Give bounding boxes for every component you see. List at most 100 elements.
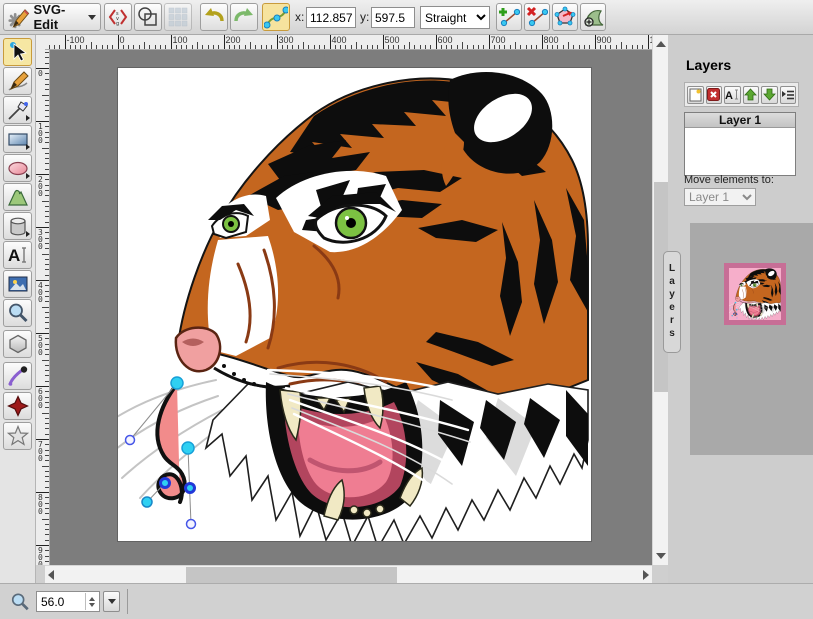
- svg-text:A: A: [8, 246, 20, 265]
- bottom-toolbar: [0, 583, 813, 619]
- add-node-icon: [498, 6, 520, 28]
- text-icon: A: [7, 244, 29, 266]
- undo-button[interactable]: [200, 3, 228, 31]
- edit-source-button[interactable]: s v g: [104, 3, 132, 31]
- hexagon-icon: [7, 333, 29, 355]
- path-nodes-icon: [264, 5, 288, 29]
- pencil-tool-button[interactable]: [3, 67, 32, 95]
- grid-icon: [168, 7, 188, 27]
- star-icon: [7, 425, 29, 447]
- delete-layer-button[interactable]: [706, 86, 723, 104]
- svg-text:g: g: [116, 21, 119, 27]
- layer-up-icon: [744, 88, 757, 101]
- layer-thumbnail-image: [729, 268, 781, 320]
- horizontal-scrollbar[interactable]: [45, 565, 652, 583]
- node-y-input[interactable]: [371, 7, 415, 28]
- image-tool-button[interactable]: [3, 270, 32, 298]
- scroll-right-arrow-icon[interactable]: [643, 570, 649, 580]
- add-subpath-button[interactable]: [580, 3, 606, 31]
- select-cursor-icon: [7, 41, 29, 63]
- image-icon: [7, 273, 29, 295]
- new-layer-icon: [689, 88, 702, 102]
- layer-preview-area: [690, 223, 813, 455]
- ellipse-icon: [7, 157, 29, 179]
- rename-layer-button[interactable]: A: [724, 86, 741, 104]
- move-elements-label: Move elements to:: [684, 174, 774, 186]
- layers-panel-toggle-tab[interactable]: Layers: [663, 251, 681, 353]
- redo-icon: [233, 6, 255, 28]
- star-tool-button[interactable]: [3, 422, 32, 450]
- vertical-ruler: 01 0 02 0 03 0 04 0 05 0 06 0 07 0 08 0 …: [36, 50, 50, 565]
- zoom-preset-dropdown-button[interactable]: [103, 591, 120, 612]
- source-code-icon: s v g: [107, 6, 129, 28]
- line-tool-button[interactable]: [3, 96, 32, 124]
- ruler-corner: [36, 35, 45, 50]
- layer-menu-icon: [781, 89, 795, 101]
- rectangle-icon: [7, 128, 29, 150]
- main-menu-button[interactable]: SVG-Edit: [3, 3, 101, 31]
- link-control-points-toggle[interactable]: [262, 3, 290, 31]
- polygon-tool-button[interactable]: [3, 330, 32, 358]
- eyedropper-icon: [7, 365, 29, 387]
- move-layer-down-button[interactable]: [761, 86, 778, 104]
- zoom-icon: [10, 592, 30, 612]
- scroll-down-arrow-icon[interactable]: [656, 553, 666, 559]
- chevron-down-icon: [88, 15, 96, 20]
- svg-edit-window: SVG-Edit s v g: [0, 0, 813, 619]
- main-menu-label: SVG-Edit: [34, 2, 85, 32]
- horizontal-ruler: -10001002003004005006007008009001000: [45, 35, 668, 50]
- shape-cross-tool-button[interactable]: [3, 392, 32, 420]
- pencil-icon: [7, 70, 29, 92]
- svg-canvas[interactable]: [118, 68, 591, 541]
- spinner-up-icon[interactable]: [89, 597, 95, 601]
- node-x-input[interactable]: [306, 7, 356, 28]
- wireframe-icon: [137, 6, 159, 28]
- svgedit-logo-icon: [8, 5, 30, 29]
- redo-button[interactable]: [230, 3, 258, 31]
- open-close-path-button[interactable]: [552, 3, 578, 31]
- rectangle-tool-button[interactable]: [3, 125, 32, 153]
- layers-panel-title: Layers: [686, 57, 731, 73]
- add-subpath-icon: [582, 6, 604, 28]
- spinner-down-icon[interactable]: [89, 603, 95, 607]
- select-tool-button[interactable]: [3, 38, 32, 66]
- delete-node-icon: [526, 6, 548, 28]
- zoom-level-input[interactable]: [37, 592, 85, 611]
- path-tool-button[interactable]: [3, 183, 32, 211]
- segment-type-select[interactable]: Straight: [420, 6, 490, 29]
- layer-list: Layer 1: [684, 112, 796, 176]
- move-elements-select[interactable]: Layer 1: [684, 188, 756, 206]
- ellipse-tool-button[interactable]: [3, 154, 32, 182]
- bottom-bar-divider: [127, 589, 128, 614]
- pen-line-icon: [7, 99, 29, 121]
- svg-text:A: A: [725, 90, 733, 101]
- undo-icon: [203, 6, 225, 28]
- cross-diamond-icon: [7, 395, 29, 417]
- shape-library-button[interactable]: [3, 212, 32, 240]
- layer-row-selected[interactable]: Layer 1: [685, 113, 795, 128]
- new-layer-button[interactable]: [687, 86, 704, 104]
- wireframe-mode-button[interactable]: [134, 3, 162, 31]
- magnifier-icon: [7, 302, 29, 324]
- layer-down-icon: [763, 88, 776, 101]
- left-tool-panel: A: [0, 35, 36, 583]
- zoom-tool-button[interactable]: [3, 299, 32, 327]
- workarea[interactable]: [50, 50, 652, 565]
- layer-more-options-button[interactable]: [780, 86, 797, 104]
- layer-thumbnail[interactable]: [724, 263, 786, 325]
- zoom-spinner[interactable]: [85, 593, 98, 610]
- text-tool-button[interactable]: A: [3, 241, 32, 269]
- node-y-label: y:: [360, 10, 369, 24]
- clone-node-button[interactable]: [496, 3, 522, 31]
- scroll-left-arrow-icon[interactable]: [48, 570, 54, 580]
- selected-path-edit-overlay[interactable]: [126, 377, 196, 529]
- scroll-up-arrow-icon[interactable]: [656, 41, 666, 47]
- eyedropper-tool-button[interactable]: [3, 362, 32, 390]
- rename-layer-icon: A: [725, 88, 739, 101]
- horizontal-scrollbar-thumb[interactable]: [186, 567, 397, 583]
- zoom-level-field: [36, 591, 100, 612]
- delete-node-button[interactable]: [524, 3, 550, 31]
- view-grid-button[interactable]: [164, 3, 192, 31]
- move-layer-up-button[interactable]: [743, 86, 760, 104]
- cylinder-icon: [7, 215, 29, 237]
